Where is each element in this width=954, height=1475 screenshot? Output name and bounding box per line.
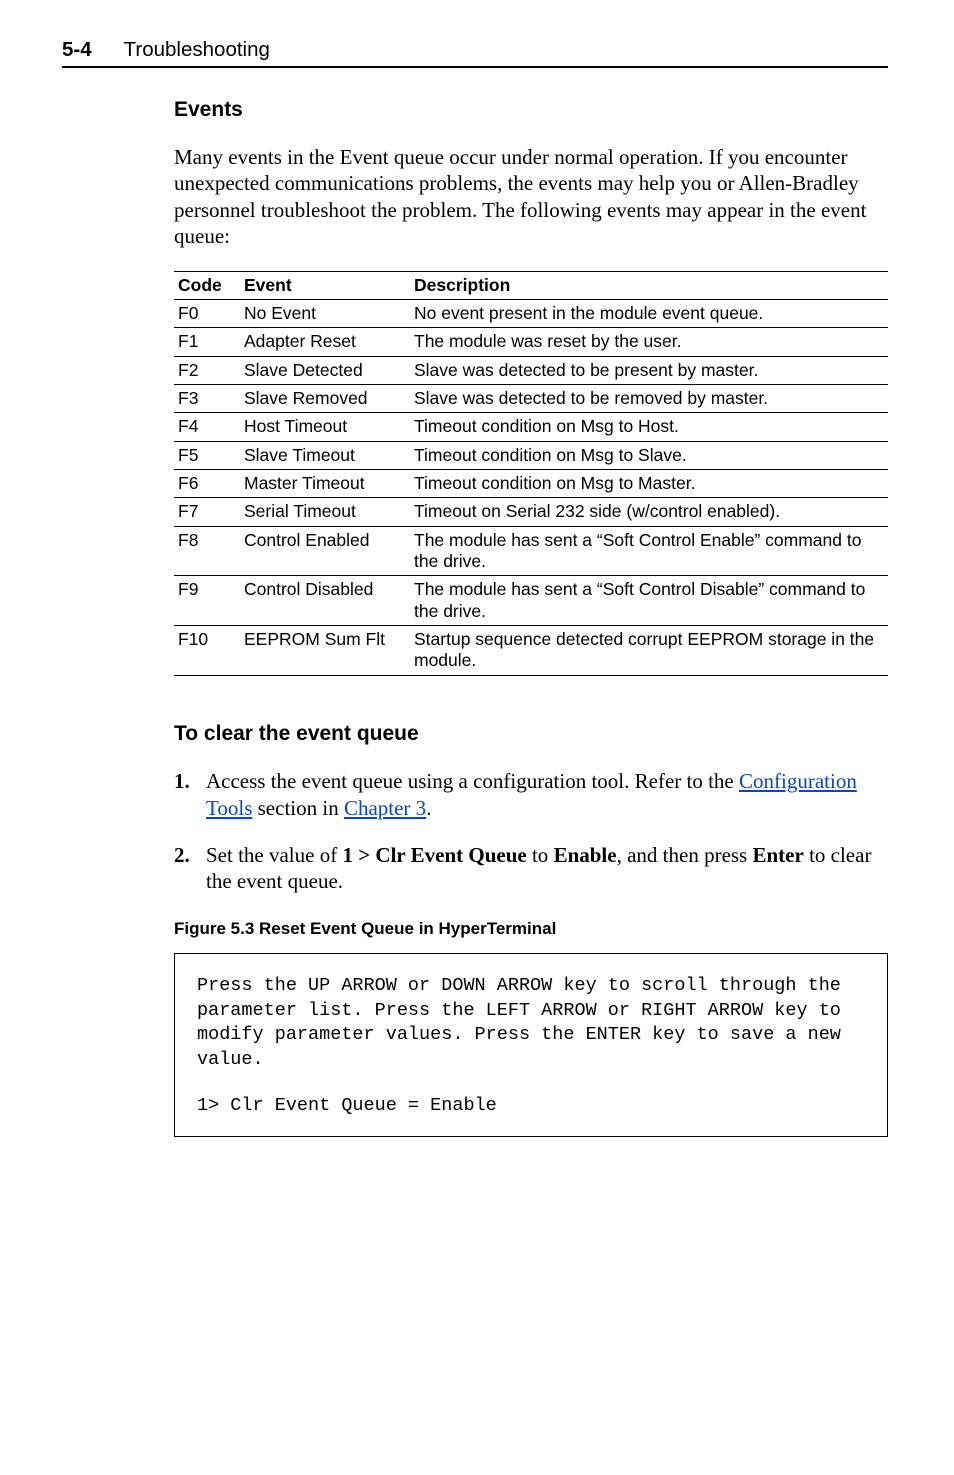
cell-code: F4: [174, 413, 240, 441]
step2-key: Enter: [752, 843, 803, 867]
table-header-row: Code Event Description: [174, 272, 888, 300]
cell-desc: Slave was detected to be removed by mast…: [410, 385, 888, 413]
table-row: F5 Slave Timeout Timeout condition on Ms…: [174, 441, 888, 469]
table-row: F3 Slave Removed Slave was detected to b…: [174, 385, 888, 413]
page-content: Events Many events in the Event queue oc…: [62, 98, 888, 1137]
cell-desc: The module has sent a “Soft Control Enab…: [410, 526, 888, 576]
cell-event: No Event: [240, 300, 410, 328]
cell-event: Serial Timeout: [240, 498, 410, 526]
cell-event: Control Disabled: [240, 576, 410, 626]
table-row: F6 Master Timeout Timeout condition on M…: [174, 470, 888, 498]
cell-desc: Timeout condition on Msg to Slave.: [410, 441, 888, 469]
cell-code: F5: [174, 441, 240, 469]
step2-text-c: , and then press: [617, 843, 753, 867]
page-header: 5-4 Troubleshooting: [62, 38, 888, 68]
terminal-output: Press the UP ARROW or DOWN ARROW key to …: [174, 953, 888, 1137]
list-item: Access the event queue using a configura…: [174, 768, 888, 822]
cell-code: F8: [174, 526, 240, 576]
step2-text-a: Set the value of: [206, 843, 342, 867]
cell-event: Master Timeout: [240, 470, 410, 498]
step1-text-a: Access the event queue using a configura…: [206, 769, 739, 793]
cell-code: F9: [174, 576, 240, 626]
step2-text-b: to: [527, 843, 554, 867]
events-heading: Events: [174, 98, 888, 122]
cell-code: F3: [174, 385, 240, 413]
events-table: Code Event Description F0 No Event No ev…: [174, 271, 888, 676]
clear-queue-heading: To clear the event queue: [174, 722, 888, 746]
cell-code: F1: [174, 328, 240, 356]
cell-event: EEPROM Sum Flt: [240, 626, 410, 676]
table-row: F10 EEPROM Sum Flt Startup sequence dete…: [174, 626, 888, 676]
table-row: F0 No Event No event present in the modu…: [174, 300, 888, 328]
terminal-line: 1> Clr Event Queue = Enable: [197, 1094, 865, 1118]
table-row: F1 Adapter Reset The module was reset by…: [174, 328, 888, 356]
cell-event: Slave Detected: [240, 356, 410, 384]
page-number: 5-4: [62, 38, 92, 62]
terminal-line: Press the UP ARROW or DOWN ARROW key to …: [197, 974, 865, 1072]
step2-param: 1 > Clr Event Queue: [342, 843, 526, 867]
page-title: Troubleshooting: [124, 38, 270, 62]
list-item: Set the value of 1 > Clr Event Queue to …: [174, 842, 888, 896]
th-code: Code: [174, 272, 240, 300]
cell-desc: Timeout condition on Msg to Host.: [410, 413, 888, 441]
link-chapter-3[interactable]: Chapter 3: [344, 796, 426, 820]
cell-desc: No event present in the module event que…: [410, 300, 888, 328]
figure-caption: Figure 5.3 Reset Event Queue in HyperTer…: [174, 919, 888, 939]
cell-desc: Timeout on Serial 232 side (w/control en…: [410, 498, 888, 526]
table-row: F4 Host Timeout Timeout condition on Msg…: [174, 413, 888, 441]
cell-code: F10: [174, 626, 240, 676]
step2-value: Enable: [554, 843, 617, 867]
cell-desc: Timeout condition on Msg to Master.: [410, 470, 888, 498]
cell-code: F7: [174, 498, 240, 526]
table-row: F2 Slave Detected Slave was detected to …: [174, 356, 888, 384]
cell-code: F0: [174, 300, 240, 328]
table-row: F8 Control Enabled The module has sent a…: [174, 526, 888, 576]
cell-desc: Startup sequence detected corrupt EEPROM…: [410, 626, 888, 676]
cell-event: Host Timeout: [240, 413, 410, 441]
cell-event: Slave Timeout: [240, 441, 410, 469]
cell-event: Adapter Reset: [240, 328, 410, 356]
table-row: F9 Control Disabled The module has sent …: [174, 576, 888, 626]
cell-code: F2: [174, 356, 240, 384]
cell-desc: The module has sent a “Soft Control Disa…: [410, 576, 888, 626]
steps-list: Access the event queue using a configura…: [174, 768, 888, 896]
cell-event: Control Enabled: [240, 526, 410, 576]
step1-text-b: section in: [252, 796, 344, 820]
step1-text-c: .: [426, 796, 431, 820]
events-intro: Many events in the Event queue occur und…: [174, 144, 888, 249]
cell-event: Slave Removed: [240, 385, 410, 413]
table-row: F7 Serial Timeout Timeout on Serial 232 …: [174, 498, 888, 526]
cell-desc: The module was reset by the user.: [410, 328, 888, 356]
cell-code: F6: [174, 470, 240, 498]
cell-desc: Slave was detected to be present by mast…: [410, 356, 888, 384]
th-desc: Description: [410, 272, 888, 300]
th-event: Event: [240, 272, 410, 300]
